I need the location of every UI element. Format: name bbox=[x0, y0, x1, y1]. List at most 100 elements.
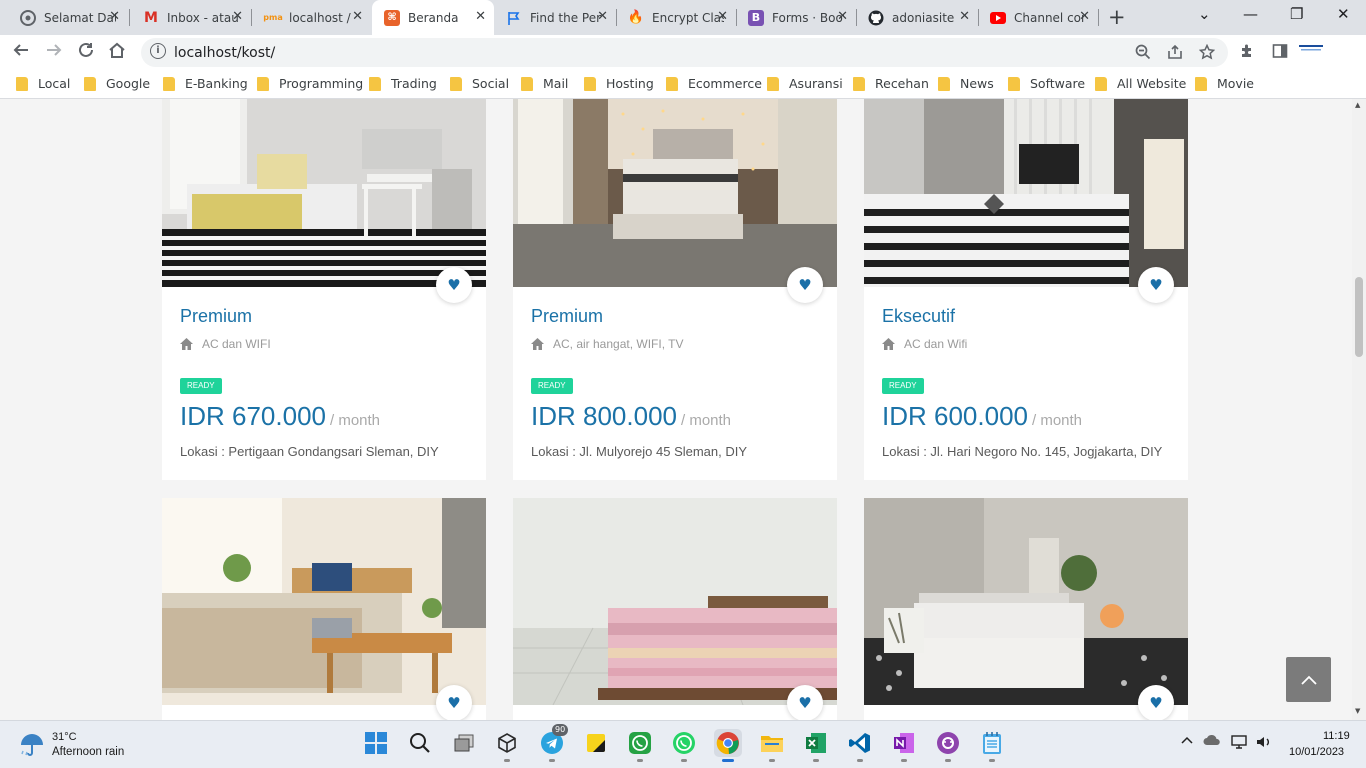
weather-condition[interactable]: Afternoon rain bbox=[52, 746, 124, 758]
tab-inbox[interactable]: M Inbox - atau ✕ bbox=[131, 0, 251, 35]
room-photo[interactable] bbox=[864, 99, 1188, 287]
taskbar-app-file-explorer[interactable] bbox=[758, 729, 786, 762]
favorite-button[interactable]: ♥ bbox=[436, 685, 472, 720]
favorite-button[interactable]: ♥ bbox=[787, 267, 823, 303]
show-hidden-icons-icon[interactable] bbox=[1181, 734, 1193, 749]
listing-card[interactable]: ♥ Premium AC, air hangat, WIFI, TV READY… bbox=[513, 99, 837, 480]
volume-icon[interactable] bbox=[1255, 734, 1273, 754]
home-button[interactable] bbox=[108, 41, 126, 64]
close-tab-icon[interactable]: ✕ bbox=[109, 10, 120, 24]
tab-channel-content[interactable]: Channel content ✕ bbox=[978, 0, 1098, 35]
listing-name[interactable]: Eksecutif bbox=[882, 306, 955, 327]
bookmark-folder-google[interactable]: Google bbox=[84, 76, 150, 91]
bookmark-folder-mail[interactable]: Mail bbox=[521, 76, 568, 91]
address-bar[interactable]: i localhost/kost/ bbox=[141, 38, 1228, 67]
bookmark-folder-programming[interactable]: Programming bbox=[257, 76, 363, 91]
clock-date[interactable]: 10/01/2023 bbox=[1289, 746, 1344, 758]
tab-encrypt-class[interactable]: 🔥 Encrypt Class ✕ bbox=[616, 0, 736, 35]
bookmark-folder-all-website[interactable]: All Website bbox=[1095, 76, 1186, 91]
taskbar-app-chrome[interactable] bbox=[714, 729, 742, 762]
favorite-button[interactable]: ♥ bbox=[1138, 267, 1174, 303]
close-tab-icon[interactable]: ✕ bbox=[837, 10, 848, 24]
bookmark-folder-movie[interactable]: Movie bbox=[1195, 76, 1254, 91]
forward-button[interactable] bbox=[45, 41, 63, 64]
restore-button[interactable]: ❐ bbox=[1290, 5, 1303, 23]
favorite-button[interactable]: ♥ bbox=[436, 267, 472, 303]
scroll-thumb[interactable] bbox=[1355, 277, 1363, 357]
close-window-button[interactable]: ✕ bbox=[1337, 5, 1350, 23]
listing-name[interactable]: Premium bbox=[531, 306, 603, 327]
scroll-down-arrow-icon[interactable]: ▼ bbox=[1355, 707, 1360, 715]
network-icon[interactable] bbox=[1231, 734, 1249, 754]
bookmark-folder-trading[interactable]: Trading bbox=[369, 76, 437, 91]
taskbar-app-onenote[interactable] bbox=[890, 729, 918, 762]
bookmark-folder-e-banking[interactable]: E-Banking bbox=[163, 76, 248, 91]
search-button[interactable] bbox=[406, 729, 434, 757]
close-tab-icon[interactable]: ✕ bbox=[597, 10, 608, 24]
bookmark-folder-local[interactable]: Local bbox=[16, 76, 70, 91]
room-photo[interactable] bbox=[513, 99, 837, 287]
page-scrollbar[interactable]: ▲ ▼ bbox=[1352, 99, 1366, 720]
taskbar-app-sticky-notes[interactable] bbox=[582, 729, 610, 757]
taskbar-app-notepad[interactable] bbox=[978, 729, 1006, 762]
weather-umbrella-icon[interactable] bbox=[18, 731, 46, 759]
tab-selamat-datang[interactable]: Selamat Datang ✕ bbox=[8, 0, 128, 35]
side-panel-icon[interactable] bbox=[1272, 43, 1288, 63]
taskbar-app-vscode[interactable] bbox=[846, 729, 874, 762]
taskbar-app-github-desktop[interactable] bbox=[934, 729, 962, 762]
bookmark-folder-asuransi[interactable]: Asuransi bbox=[767, 76, 843, 91]
back-to-top-button[interactable] bbox=[1286, 657, 1331, 702]
site-info-icon[interactable]: i bbox=[150, 43, 166, 59]
taskbar-app-whatsapp-web[interactable] bbox=[670, 729, 698, 762]
extensions-icon[interactable] bbox=[1239, 43, 1256, 64]
zoom-icon[interactable] bbox=[1135, 44, 1151, 64]
bookmark-folder-hosting[interactable]: Hosting bbox=[584, 76, 654, 91]
bookmark-folder-ecommerce[interactable]: Ecommerce bbox=[666, 76, 762, 91]
tab-phpmyadmin[interactable]: pma localhost / ✕ bbox=[253, 0, 371, 35]
bookmark-folder-recehan[interactable]: Recehan bbox=[853, 76, 929, 91]
new-tab-button[interactable]: + bbox=[1108, 5, 1126, 29]
close-tab-icon[interactable]: ✕ bbox=[475, 10, 486, 24]
room-photo[interactable] bbox=[162, 99, 486, 287]
close-tab-icon[interactable]: ✕ bbox=[232, 10, 243, 24]
taskbar-app-excel[interactable] bbox=[802, 729, 830, 762]
close-tab-icon[interactable]: ✕ bbox=[959, 10, 970, 24]
share-icon[interactable] bbox=[1167, 44, 1183, 64]
onedrive-cloud-icon[interactable] bbox=[1203, 734, 1221, 750]
favorite-button[interactable]: ♥ bbox=[787, 685, 823, 720]
listing-card[interactable]: ♥ bbox=[162, 498, 486, 720]
listing-card[interactable]: ♥ Eksecutif AC dan Wifi READY IDR 600.00… bbox=[864, 99, 1188, 480]
scroll-up-arrow-icon[interactable]: ▲ bbox=[1355, 101, 1360, 109]
taskbar-app-telegram[interactable]: 90 bbox=[538, 724, 569, 762]
bookmark-folder-news[interactable]: News bbox=[938, 76, 994, 91]
back-button[interactable] bbox=[12, 41, 30, 64]
weather-temperature[interactable]: 31°C bbox=[52, 731, 77, 743]
tab-beranda[interactable]: ⌘ Beranda ✕ bbox=[372, 0, 494, 35]
listing-card[interactable]: ♥ Premium AC dan WIFI READY IDR 670.000/… bbox=[162, 99, 486, 480]
taskbar-app-3d-viewer[interactable] bbox=[493, 729, 521, 762]
listing-card[interactable]: ♥ bbox=[864, 498, 1188, 720]
room-photo[interactable] bbox=[513, 498, 837, 705]
room-photo[interactable] bbox=[162, 498, 486, 705]
close-tab-icon[interactable]: ✕ bbox=[717, 10, 728, 24]
listing-card[interactable]: ♥ bbox=[513, 498, 837, 720]
tab-search-icon[interactable]: ⌄ bbox=[1198, 5, 1211, 23]
tab-forms-bootstrap[interactable]: B Forms · Bootstrap ✕ bbox=[736, 0, 856, 35]
close-tab-icon[interactable]: ✕ bbox=[352, 10, 363, 24]
favorite-button[interactable]: ♥ bbox=[1138, 685, 1174, 720]
bookmark-star-icon[interactable] bbox=[1198, 43, 1216, 64]
clock-time[interactable]: 11:19 bbox=[1323, 730, 1350, 742]
close-tab-icon[interactable]: ✕ bbox=[1079, 10, 1090, 24]
profile-avatar[interactable] bbox=[1298, 43, 1324, 61]
room-photo[interactable] bbox=[864, 498, 1188, 705]
tab-find-perfect[interactable]: Find the Perfect ✕ bbox=[494, 0, 616, 35]
start-button[interactable] bbox=[362, 729, 390, 757]
tab-adoniasite[interactable]: adoniasite ✕ bbox=[856, 0, 978, 35]
task-view-button[interactable] bbox=[450, 729, 478, 757]
bookmark-folder-software[interactable]: Software bbox=[1008, 76, 1085, 91]
url-text[interactable]: localhost/kost/ bbox=[174, 45, 275, 61]
taskbar-app-whatsapp[interactable] bbox=[626, 729, 654, 762]
listing-name[interactable]: Premium bbox=[180, 306, 252, 327]
minimize-button[interactable]: — bbox=[1243, 5, 1258, 23]
bookmark-folder-social[interactable]: Social bbox=[450, 76, 509, 91]
